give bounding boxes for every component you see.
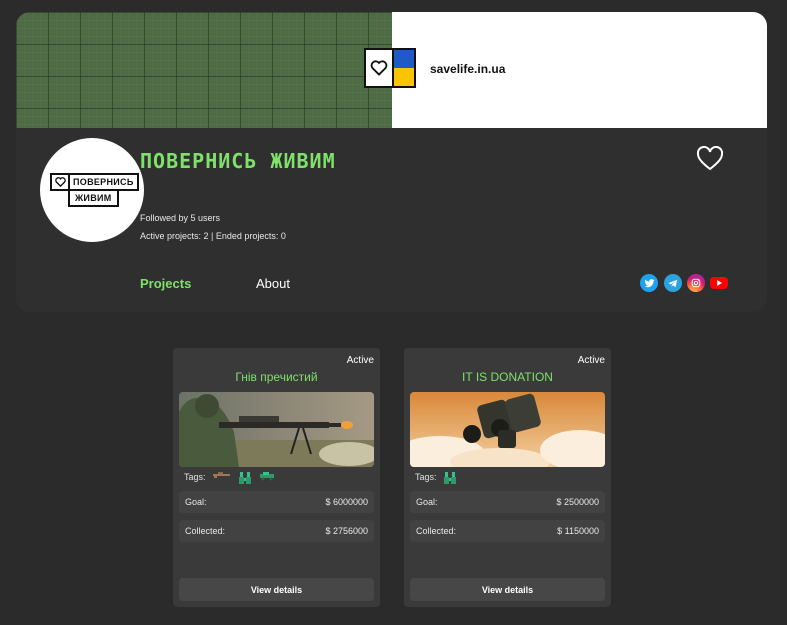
goal-row: Goal: $ 6000000 bbox=[179, 491, 374, 513]
project-card: Active Гнів пречистий Tags: Goal: $ 6000… bbox=[173, 348, 380, 607]
heart-icon bbox=[366, 50, 394, 86]
telegram-icon[interactable] bbox=[664, 274, 682, 292]
ukraine-flag-icon bbox=[394, 50, 414, 86]
organization-profile-card: savelife.in.ua ПОВЕРНИСЬ ЖИВИМ bbox=[16, 12, 767, 312]
status-badge: Active bbox=[346, 355, 374, 366]
goal-value: $ 6000000 bbox=[325, 497, 368, 507]
favorite-heart-icon[interactable] bbox=[696, 145, 724, 174]
heart-icon bbox=[52, 175, 70, 189]
collected-row: Collected: $ 2756000 bbox=[179, 520, 374, 542]
twitter-icon[interactable] bbox=[640, 274, 658, 292]
goal-row: Goal: $ 2500000 bbox=[410, 491, 605, 513]
banner-camo-pattern bbox=[16, 12, 392, 128]
collected-value: $ 1150000 bbox=[557, 526, 599, 536]
goal-value: $ 2500000 bbox=[556, 497, 599, 507]
project-tags: Tags: bbox=[184, 471, 276, 484]
binoculars-icon bbox=[238, 471, 252, 484]
collected-row: Collected: $ 1150000 bbox=[410, 520, 605, 542]
projects-count: Active projects: 2 | Ended projects: 0 bbox=[140, 231, 286, 241]
avatar-logo-line1: ПОВЕРНИСЬ bbox=[73, 177, 134, 187]
goal-label: Goal: bbox=[416, 497, 438, 507]
view-details-button[interactable]: View details bbox=[179, 578, 374, 601]
banner-url-text: savelife.in.ua bbox=[430, 62, 506, 76]
youtube-icon[interactable] bbox=[710, 274, 728, 292]
project-tags: Tags: bbox=[415, 471, 457, 484]
organization-avatar: ПОВЕРНИСЬ ЖИВИМ bbox=[40, 138, 144, 242]
project-title[interactable]: IT IS DONATION bbox=[404, 370, 611, 384]
goal-label: Goal: bbox=[185, 497, 207, 507]
project-title[interactable]: Гнів пречистий bbox=[173, 370, 380, 384]
banner-logo bbox=[364, 48, 416, 88]
tab-projects[interactable]: Projects bbox=[140, 276, 191, 291]
project-image-sniper bbox=[179, 392, 374, 467]
vehicle-icon bbox=[258, 471, 276, 483]
status-badge: Active bbox=[577, 355, 605, 366]
project-image-binoculars bbox=[410, 392, 605, 467]
tags-label: Tags: bbox=[415, 472, 437, 482]
collected-label: Collected: bbox=[416, 526, 457, 536]
avatar-logo-line2: ЖИВИМ bbox=[68, 189, 119, 207]
instagram-icon[interactable] bbox=[687, 274, 705, 292]
profile-banner: savelife.in.ua bbox=[16, 12, 767, 128]
followers-count: Followed by 5 users bbox=[140, 213, 221, 223]
tags-label: Tags: bbox=[184, 472, 206, 482]
avatar-logo: ПОВЕРНИСЬ ЖИВИМ bbox=[50, 173, 139, 207]
tab-about[interactable]: About bbox=[256, 276, 290, 291]
organization-title: ПОВЕРНИСЬ ЖИВИМ bbox=[140, 149, 336, 173]
rifle-icon bbox=[212, 471, 232, 483]
collected-value: $ 2756000 bbox=[325, 526, 368, 536]
collected-label: Collected: bbox=[185, 526, 226, 536]
view-details-button[interactable]: View details bbox=[410, 578, 605, 601]
project-card: Active IT IS DONATION Tags: Goal: $ 2500… bbox=[404, 348, 611, 607]
binoculars-icon bbox=[443, 471, 457, 484]
